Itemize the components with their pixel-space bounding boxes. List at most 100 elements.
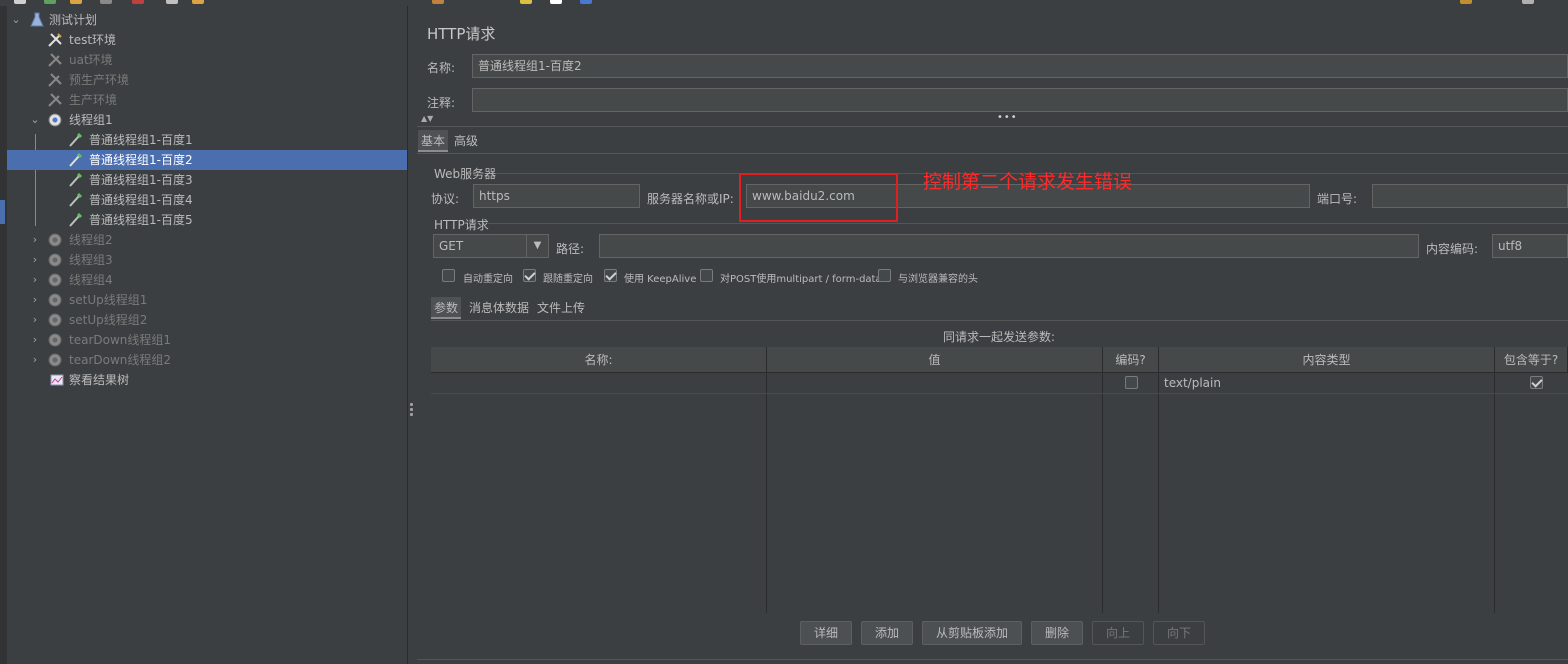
add-from-clipboard-button[interactable]: 从剪贴板添加 — [922, 621, 1022, 645]
tab-file-upload[interactable]: 文件上传 — [534, 297, 588, 319]
column-divider — [1102, 373, 1103, 613]
delete-button[interactable]: 删除 — [1031, 621, 1083, 645]
chevron-right-icon[interactable]: › — [29, 330, 41, 350]
tree-item-thread-group-2[interactable]: › 线程组2 — [7, 230, 407, 250]
tree-item-teardown-thread-group-1[interactable]: › tearDown线程组1 — [7, 330, 407, 350]
tree-item-thread-group-4[interactable]: › 线程组4 — [7, 270, 407, 290]
column-header-encode[interactable]: 编码? — [1103, 347, 1159, 373]
chevron-right-icon[interactable]: › — [29, 250, 41, 270]
divider — [431, 320, 1568, 321]
browser-headers-checkbox[interactable] — [878, 269, 891, 282]
tree-item-setup-thread-group-2[interactable]: › setUp线程组2 — [7, 310, 407, 330]
sampler-icon — [69, 172, 83, 187]
content-encoding-field[interactable]: utf8 — [1492, 234, 1568, 258]
sampler-icon — [69, 152, 83, 167]
chevron-right-icon[interactable]: › — [29, 310, 41, 330]
divider — [417, 153, 1568, 154]
open-icon[interactable] — [70, 0, 82, 4]
tree-item-sampler-3[interactable]: 普通线程组1-百度3 — [7, 170, 407, 190]
tree-item-prod-env[interactable]: 生产环境 — [7, 90, 407, 110]
more-dots-icon[interactable]: ••• — [997, 112, 1018, 123]
tree-item-label: 线程组3 — [69, 253, 113, 267]
templates-icon[interactable] — [44, 0, 56, 4]
add-button[interactable]: 添加 — [861, 621, 913, 645]
thread-group-icon — [48, 293, 62, 307]
help-icon[interactable] — [580, 0, 592, 4]
move-up-button[interactable]: 向上 — [1092, 621, 1144, 645]
chevron-right-icon[interactable]: › — [29, 230, 41, 250]
test-plan-tree: ⌄ 测试计划 test环境 uat环境 预生产环境 生产环境 ⌄ 线程组1 普通… — [7, 6, 407, 664]
content-type-cell[interactable]: text/plain — [1164, 376, 1221, 390]
detail-button[interactable]: 详细 — [800, 621, 852, 645]
clear-icon[interactable] — [432, 0, 444, 4]
column-header-include-equals[interactable]: 包含等于? — [1495, 347, 1568, 373]
column-header-content-type[interactable]: 内容类型 — [1159, 347, 1495, 373]
name-label: 名称: — [427, 61, 456, 75]
tree-item-preprod-env[interactable]: 预生产环境 — [7, 70, 407, 90]
method-select[interactable]: GET ▼ — [433, 234, 549, 258]
collapse-arrows-icon[interactable]: ▲▼ — [421, 114, 433, 123]
tree-item-label: 普通线程组1-百度4 — [89, 193, 193, 207]
name-field[interactable]: 普通线程组1-百度2 — [472, 54, 1568, 78]
tree-item-test-plan[interactable]: ⌄ 测试计划 — [7, 10, 407, 30]
tab-body-data[interactable]: 消息体数据 — [466, 297, 532, 319]
tree-item-thread-group-3[interactable]: › 线程组3 — [7, 250, 407, 270]
path-label: 路径: — [556, 242, 585, 256]
tree-item-uat-env[interactable]: uat环境 — [7, 50, 407, 70]
chevron-down-icon[interactable]: ⌄ — [29, 110, 41, 130]
tree-item-view-results-tree[interactable]: 察看结果树 — [7, 370, 407, 390]
multipart-checkbox[interactable] — [700, 269, 713, 282]
save-icon[interactable] — [100, 0, 112, 4]
column-divider — [1158, 373, 1159, 613]
chevron-down-icon[interactable]: ⌄ — [10, 10, 22, 30]
new-icon[interactable] — [14, 0, 26, 4]
tree-item-sampler-5[interactable]: 普通线程组1-百度5 — [7, 210, 407, 230]
section-border — [488, 223, 1568, 224]
paste-icon[interactable] — [192, 0, 204, 4]
warning-icon[interactable] — [1460, 0, 1472, 4]
port-field[interactable] — [1372, 184, 1568, 208]
table-row[interactable]: text/plain — [431, 373, 1568, 393]
chevron-right-icon[interactable]: › — [29, 270, 41, 290]
tree-item-teardown-thread-group-2[interactable]: › tearDown线程组2 — [7, 350, 407, 370]
follow-redirect-checkbox[interactable] — [523, 269, 536, 282]
chevron-right-icon[interactable]: › — [29, 290, 41, 310]
function-helper-icon[interactable] — [520, 0, 532, 4]
column-header-name[interactable]: 名称: — [431, 347, 767, 373]
protocol-field[interactable]: https — [473, 184, 640, 208]
tab-basic[interactable]: 基本 — [418, 130, 449, 152]
tree-item-thread-group-1[interactable]: ⌄ 线程组1 — [7, 110, 407, 130]
encode-checkbox[interactable] — [1125, 376, 1138, 389]
chevron-right-icon[interactable]: › — [29, 350, 41, 370]
tree-item-label: 普通线程组1-百度2 — [89, 153, 193, 167]
tree-item-label: 测试计划 — [49, 13, 98, 27]
tree-item-test-env[interactable]: test环境 — [7, 30, 407, 50]
thread-group-icon — [48, 353, 62, 367]
auto-redirect-checkbox[interactable] — [442, 269, 455, 282]
tree-item-sampler-4[interactable]: 普通线程组1-百度4 — [7, 190, 407, 210]
splitter-grip-icon[interactable] — [410, 403, 413, 417]
tree-item-sampler-2[interactable]: 普通线程组1-百度2 — [7, 150, 407, 170]
tab-parameters[interactable]: 参数 — [431, 297, 462, 319]
browser-headers-label: 与浏览器兼容的头 — [898, 274, 978, 285]
include-equals-checkbox[interactable] — [1530, 376, 1543, 389]
list-icon[interactable] — [550, 0, 562, 4]
path-field[interactable] — [599, 234, 1419, 258]
tree-item-setup-thread-group-1[interactable]: › setUp线程组1 — [7, 290, 407, 310]
column-header-value[interactable]: 值 — [767, 347, 1103, 373]
move-down-button[interactable]: 向下 — [1153, 621, 1205, 645]
cut-icon[interactable] — [132, 0, 144, 4]
tree-item-label: 线程组1 — [69, 113, 113, 127]
panel-splitter[interactable] — [407, 6, 416, 664]
tab-advanced[interactable]: 高级 — [451, 130, 481, 152]
config-element-icon — [48, 93, 62, 107]
comment-field[interactable] — [472, 88, 1568, 112]
page-title: HTTP请求 — [427, 25, 496, 43]
collapse-bar[interactable]: ▲▼ ••• — [417, 112, 1568, 126]
tree-item-label: 预生产环境 — [69, 73, 130, 87]
tree-item-sampler-1[interactable]: 普通线程组1-百度1 — [7, 130, 407, 150]
keepalive-checkbox[interactable] — [604, 269, 617, 282]
chevron-down-icon[interactable]: ▼ — [526, 235, 548, 257]
copy-icon[interactable] — [166, 0, 178, 4]
thread-group-icon — [48, 313, 62, 327]
